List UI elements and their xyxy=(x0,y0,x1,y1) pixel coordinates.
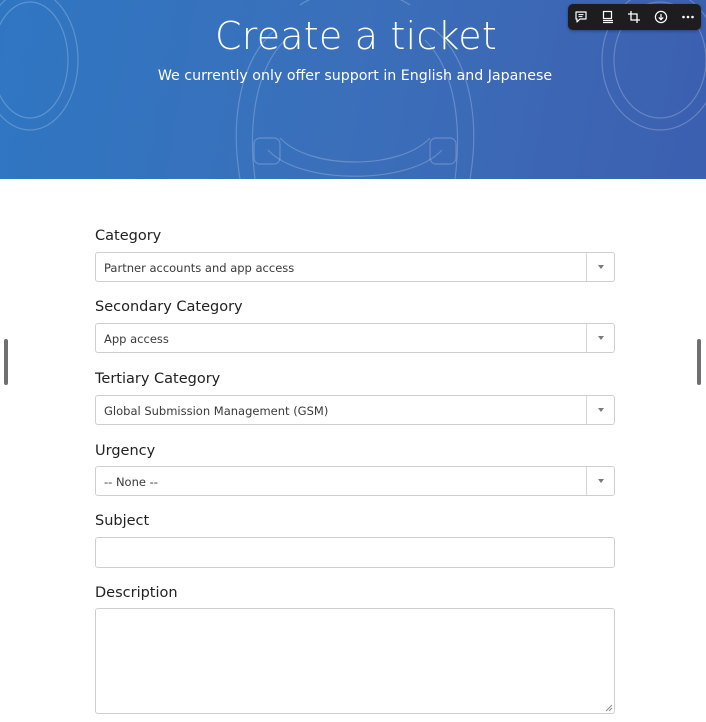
subject-input[interactable] xyxy=(95,537,615,568)
urgency-select[interactable]: -- None -- xyxy=(95,466,615,496)
tertiary-category-value: Global Submission Management (GSM) xyxy=(104,404,329,418)
chevron-down-icon xyxy=(597,336,604,340)
chevron-down-icon xyxy=(597,265,604,269)
page-subtitle: We currently only offer support in Engli… xyxy=(157,68,553,84)
urgency-dropdown-toggle[interactable] xyxy=(586,467,614,495)
more-icon xyxy=(681,15,694,19)
tertiary-category-select[interactable]: Global Submission Management (GSM) xyxy=(95,395,615,425)
secondary-category-select[interactable]: App access xyxy=(95,323,615,353)
description-label: Description xyxy=(95,585,178,601)
description-textarea[interactable] xyxy=(95,608,615,714)
secondary-category-dropdown-toggle[interactable] xyxy=(586,324,614,352)
slideshow-button[interactable] xyxy=(595,4,622,30)
comment-icon xyxy=(575,11,587,23)
subject-label: Subject xyxy=(95,513,150,529)
secondary-category-value: App access xyxy=(104,332,169,346)
image-toolbar xyxy=(568,4,701,30)
crop-button[interactable] xyxy=(621,4,648,30)
urgency-label: Urgency xyxy=(95,443,156,459)
slideshow-icon xyxy=(602,10,613,24)
more-button[interactable] xyxy=(674,4,701,30)
right-resize-handle[interactable] xyxy=(697,339,701,385)
download-icon xyxy=(654,10,668,24)
tertiary-category-dropdown-toggle[interactable] xyxy=(586,396,614,424)
crop-icon xyxy=(628,11,641,23)
resize-grip-icon[interactable] xyxy=(604,703,613,712)
chevron-down-icon xyxy=(597,479,604,483)
category-label: Category xyxy=(95,228,162,244)
download-button[interactable] xyxy=(648,4,675,30)
category-select[interactable]: Partner accounts and app access xyxy=(95,252,615,282)
category-value: Partner accounts and app access xyxy=(104,261,295,275)
page: Create a ticket We currently only offer … xyxy=(0,0,706,722)
secondary-category-label: Secondary Category xyxy=(95,299,243,315)
urgency-value: -- None -- xyxy=(104,475,158,489)
comment-button[interactable] xyxy=(568,4,595,30)
chevron-down-icon xyxy=(597,408,604,412)
category-dropdown-toggle[interactable] xyxy=(586,253,614,281)
tertiary-category-label: Tertiary Category xyxy=(95,371,221,387)
left-resize-handle[interactable] xyxy=(4,339,8,385)
